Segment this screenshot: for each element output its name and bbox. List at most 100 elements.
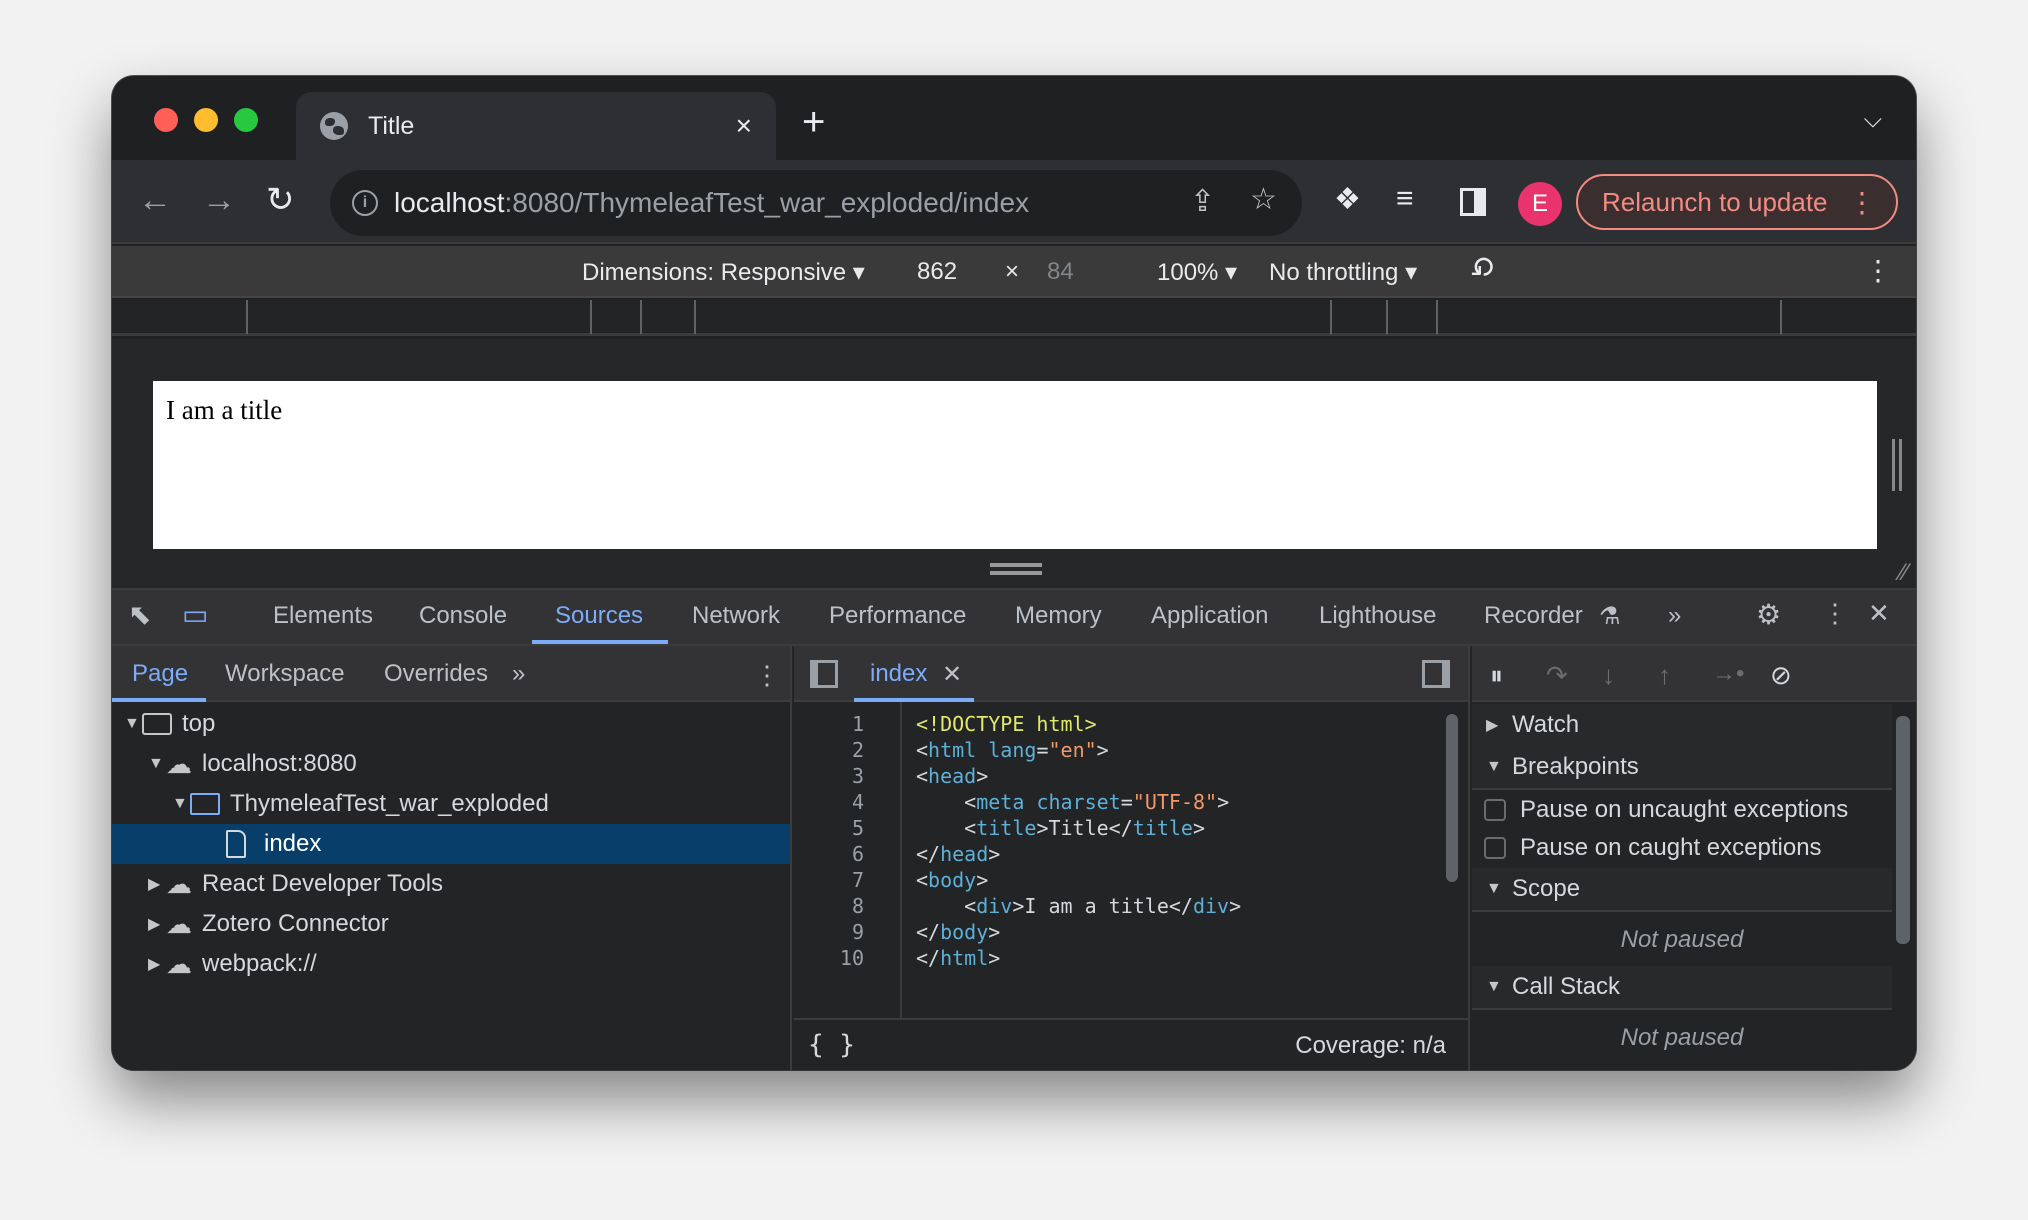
line-number[interactable]: 7 bbox=[852, 868, 864, 892]
tab-network[interactable]: Network bbox=[692, 602, 780, 630]
editor-tab-index[interactable]: index bbox=[870, 660, 927, 688]
tab-lighthouse[interactable]: Lighthouse bbox=[1319, 602, 1436, 630]
dimensions-select[interactable]: Dimensions: Responsive ▾ bbox=[582, 258, 865, 287]
frame-icon bbox=[142, 713, 172, 735]
line-number[interactable]: 10 bbox=[840, 946, 864, 970]
expand-triangle-icon[interactable]: ▼ bbox=[172, 795, 190, 813]
new-tab-button[interactable]: + bbox=[802, 102, 825, 142]
zoom-select[interactable]: 100% ▾ bbox=[1157, 258, 1237, 287]
height-input[interactable]: 84 bbox=[1047, 258, 1074, 286]
collapse-triangle-icon[interactable]: ▶ bbox=[148, 954, 166, 974]
extensions-puzzle-icon[interactable]: ❖ bbox=[1334, 182, 1361, 217]
step-out-icon[interactable]: ↑ bbox=[1658, 660, 1671, 691]
line-number[interactable]: 9 bbox=[852, 920, 864, 944]
line-number[interactable]: 6 bbox=[852, 842, 864, 866]
tab-search-chevron-icon[interactable]: ⌵ bbox=[1864, 106, 1882, 134]
more-menu-icon[interactable]: ⋮ bbox=[1848, 186, 1876, 220]
navigator-pane: Page Workspace Overrides » ⋮ ▼ top ▼ ☁ l… bbox=[112, 646, 792, 1070]
device-toggle-icon[interactable]: ▭ bbox=[182, 598, 208, 631]
address-bar[interactable]: i localhost:8080/ThymeleafTest_war_explo… bbox=[330, 170, 1302, 236]
tree-item-folder[interactable]: ▼ ThymeleafTest_war_exploded bbox=[112, 784, 790, 824]
navigator-menu-icon[interactable]: ⋮ bbox=[754, 660, 780, 691]
forward-button[interactable]: → bbox=[202, 180, 236, 220]
collapse-triangle-icon[interactable]: ▶ bbox=[148, 874, 166, 894]
inspect-element-icon[interactable]: ⬉ bbox=[128, 598, 151, 631]
cloud-icon: ☁ bbox=[166, 868, 192, 899]
step-over-icon[interactable]: ↷ bbox=[1546, 660, 1568, 691]
tree-item-top[interactable]: ▼ top bbox=[112, 704, 790, 744]
profile-avatar[interactable]: E bbox=[1518, 182, 1562, 226]
minimize-window-button[interactable] bbox=[194, 108, 218, 132]
rotate-icon[interactable]: ⟲ bbox=[1461, 248, 1504, 291]
deactivate-breakpoints-icon[interactable]: ⊘ bbox=[1770, 660, 1792, 691]
share-icon[interactable]: ⇪ bbox=[1190, 184, 1215, 219]
more-subtabs-icon[interactable]: » bbox=[512, 660, 525, 688]
expand-triangle-icon[interactable]: ▼ bbox=[148, 755, 166, 773]
close-tab-icon[interactable]: × bbox=[736, 110, 752, 142]
maximize-window-button[interactable] bbox=[234, 108, 258, 132]
back-button[interactable]: ← bbox=[138, 180, 172, 220]
breakpoints-section-header[interactable]: ▼ Breakpoints bbox=[1472, 746, 1892, 790]
watch-section-header[interactable]: ▶ Watch bbox=[1472, 704, 1892, 746]
debugger-scrollbar[interactable] bbox=[1896, 716, 1910, 944]
site-info-icon[interactable]: i bbox=[352, 190, 378, 216]
checkbox[interactable] bbox=[1484, 837, 1506, 859]
line-number[interactable]: 5 bbox=[852, 816, 864, 840]
close-devtools-icon[interactable]: ✕ bbox=[1868, 598, 1890, 629]
media-controls-icon[interactable]: ≡ bbox=[1396, 182, 1414, 216]
tree-item-zotero[interactable]: ▶ ☁ Zotero Connector bbox=[112, 904, 790, 944]
call-stack-section-header[interactable]: ▼ Call Stack bbox=[1472, 966, 1892, 1010]
subtab-overrides[interactable]: Overrides bbox=[384, 660, 488, 688]
bookmark-star-icon[interactable]: ☆ bbox=[1250, 182, 1277, 217]
viewport-resize-handle-right[interactable] bbox=[1892, 439, 1902, 491]
tree-item-index[interactable]: index bbox=[112, 824, 790, 864]
folder-icon bbox=[190, 793, 220, 815]
line-number[interactable]: 1 bbox=[852, 712, 864, 736]
tab-elements[interactable]: Elements bbox=[273, 602, 373, 630]
tab-memory[interactable]: Memory bbox=[1015, 602, 1102, 630]
more-tabs-icon[interactable]: » bbox=[1668, 602, 1681, 630]
collapse-triangle-icon[interactable]: ▶ bbox=[148, 914, 166, 934]
pretty-print-icon[interactable]: { } bbox=[808, 1030, 855, 1060]
editor-scrollbar[interactable] bbox=[1446, 714, 1458, 882]
throttling-select[interactable]: No throttling ▾ bbox=[1269, 258, 1417, 287]
line-number[interactable]: 2 bbox=[852, 738, 864, 762]
close-file-tab-icon[interactable]: ✕ bbox=[942, 660, 962, 689]
scope-section-header[interactable]: ▼ Scope bbox=[1472, 868, 1892, 912]
tree-item-react-devtools[interactable]: ▶ ☁ React Developer Tools bbox=[112, 864, 790, 904]
code-line: <meta charset="UTF-8"> bbox=[916, 790, 1230, 814]
subtab-workspace[interactable]: Workspace bbox=[225, 660, 345, 688]
subtab-page[interactable]: Page bbox=[132, 660, 188, 688]
tab-recorder[interactable]: Recorder bbox=[1484, 602, 1583, 630]
tree-item-webpack[interactable]: ▶ ☁ webpack:// bbox=[112, 944, 790, 984]
settings-gear-icon[interactable]: ⚙ bbox=[1756, 598, 1781, 631]
step-icon[interactable]: →• bbox=[1712, 660, 1744, 688]
line-number[interactable]: 8 bbox=[852, 894, 864, 918]
viewport-resize-corner[interactable]: ∕∕ bbox=[1900, 559, 1908, 587]
reload-button[interactable]: ↻ bbox=[266, 180, 295, 220]
pause-uncaught-option[interactable]: Pause on uncaught exceptions bbox=[1472, 792, 1892, 828]
tab-console[interactable]: Console bbox=[419, 602, 507, 630]
tree-item-localhost[interactable]: ▼ ☁ localhost:8080 bbox=[112, 744, 790, 784]
toggle-debugger-icon[interactable] bbox=[1422, 660, 1450, 688]
tab-performance[interactable]: Performance bbox=[829, 602, 966, 630]
toggle-navigator-icon[interactable] bbox=[810, 660, 838, 688]
checkbox[interactable] bbox=[1484, 799, 1506, 821]
line-number[interactable]: 3 bbox=[852, 764, 864, 788]
tab-application[interactable]: Application bbox=[1151, 602, 1268, 630]
pause-icon[interactable]: ⏸ bbox=[1490, 660, 1503, 692]
tab-sources[interactable]: Sources bbox=[555, 602, 643, 630]
expand-triangle-icon: ▼ bbox=[1486, 880, 1502, 897]
viewport-resize-handle-bottom[interactable] bbox=[990, 563, 1042, 575]
device-more-icon[interactable]: ⋮ bbox=[1864, 254, 1892, 287]
line-number[interactable]: 4 bbox=[852, 790, 864, 814]
step-into-icon[interactable]: ↓ bbox=[1602, 660, 1615, 691]
width-input[interactable]: 862 bbox=[917, 258, 957, 286]
expand-triangle-icon[interactable]: ▼ bbox=[124, 715, 142, 733]
close-window-button[interactable] bbox=[154, 108, 178, 132]
side-panel-icon[interactable] bbox=[1460, 188, 1486, 216]
pause-caught-option[interactable]: Pause on caught exceptions bbox=[1472, 828, 1892, 868]
browser-tab[interactable]: Title × bbox=[296, 92, 776, 160]
relaunch-to-update-button[interactable]: Relaunch to update ⋮ bbox=[1576, 174, 1898, 230]
devtools-menu-icon[interactable]: ⋮ bbox=[1822, 598, 1848, 629]
